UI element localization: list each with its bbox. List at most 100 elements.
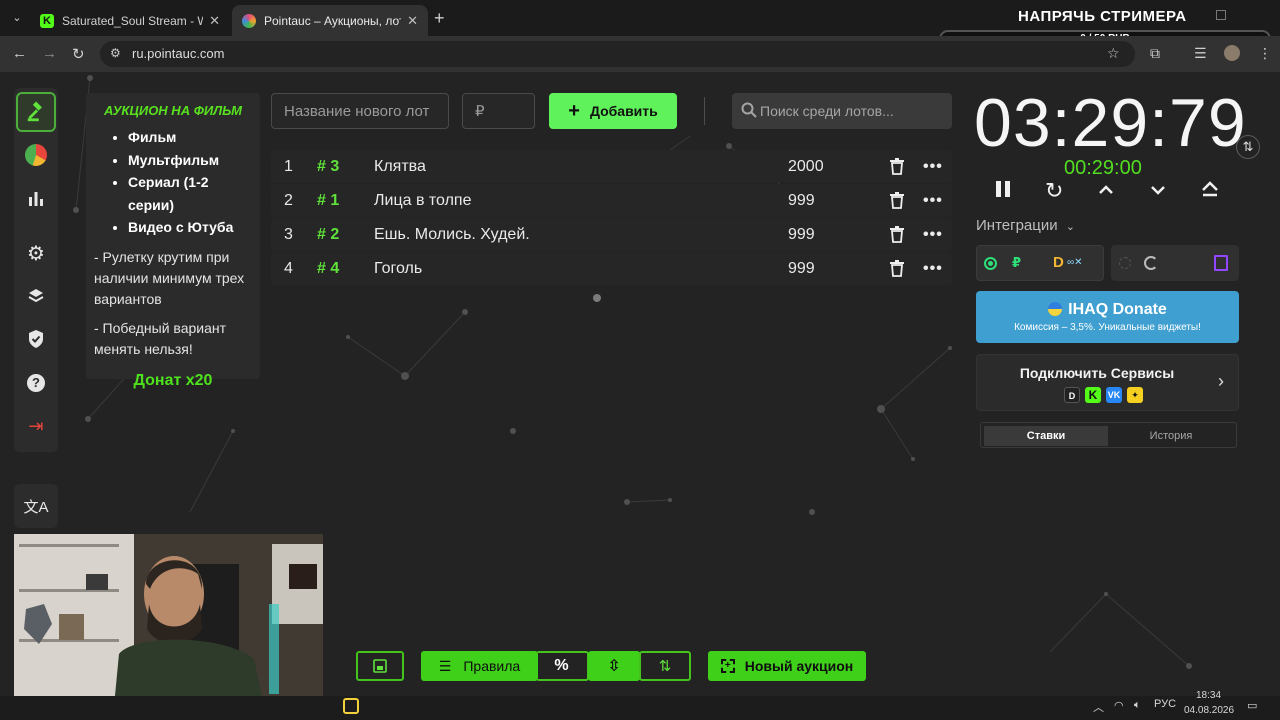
radio-selected-icon[interactable]: [984, 257, 997, 270]
lot-amount[interactable]: 2000: [788, 150, 824, 183]
lot-row[interactable]: 2 # 1 Лица в толпе 999 •••: [271, 184, 952, 217]
donatex-icon[interactable]: D: [1053, 254, 1067, 272]
donatepay-icon: D: [1064, 387, 1080, 403]
restart-icon[interactable]: ↻: [1045, 178, 1063, 204]
browser-tab-kick[interactable]: K Saturated_Soul Stream - Watch ✕: [30, 5, 230, 36]
lot-name[interactable]: Клятва: [374, 150, 426, 183]
wifi-icon[interactable]: ◠: [1114, 699, 1124, 712]
swap-arrows-icon[interactable]: ⇅: [1236, 135, 1260, 159]
lot-amount[interactable]: 999: [788, 184, 815, 217]
sidebar-item-wheel[interactable]: [16, 135, 56, 175]
new-lot-amount-input[interactable]: [462, 93, 535, 129]
tab-history[interactable]: История: [1109, 426, 1233, 446]
extensions-icon[interactable]: ⧉: [1150, 45, 1160, 62]
lot-amount[interactable]: 999: [788, 252, 815, 285]
more-options-icon[interactable]: •••: [923, 218, 943, 251]
webcam-overlay: [14, 534, 323, 706]
browser-menu-icon[interactable]: ⋮: [1258, 45, 1272, 62]
save-button[interactable]: [356, 651, 404, 681]
rules-button[interactable]: ☰ Правила: [421, 651, 538, 681]
chevron-up-icon[interactable]: [1098, 178, 1114, 204]
site-settings-icon[interactable]: ⚙: [110, 46, 121, 60]
close-tab-icon[interactable]: ✕: [209, 13, 220, 29]
taskbar-app-icon[interactable]: [343, 698, 359, 714]
reload-icon[interactable]: ↻: [72, 45, 85, 63]
sidebar-item-settings[interactable]: ⚙: [16, 233, 56, 273]
dex-icon[interactable]: ∞✕: [1067, 257, 1083, 268]
trash-icon[interactable]: [889, 157, 905, 175]
reading-list-icon[interactable]: ☰: [1194, 45, 1207, 62]
search-icon: [741, 102, 757, 118]
double-chevron-up-icon[interactable]: [1201, 178, 1219, 204]
lot-row[interactable]: 3 # 2 Ешь. Молись. Худей. 999 •••: [271, 218, 952, 251]
rules-list-item: Мультфильм: [128, 149, 252, 172]
lot-row[interactable]: 1 # 3 Клятва 2000 •••: [271, 150, 952, 183]
donationalerts-icon[interactable]: ₽: [1012, 255, 1021, 271]
close-tab-icon[interactable]: ✕: [407, 13, 418, 29]
trash-icon[interactable]: [889, 191, 905, 209]
bar-chart-icon: [29, 192, 43, 206]
chevron-down-icon[interactable]: [1150, 178, 1166, 204]
trash-icon[interactable]: [889, 259, 905, 277]
sort-button[interactable]: ⇅: [639, 651, 691, 681]
tab-bids[interactable]: Ставки: [984, 426, 1108, 446]
profile-avatar[interactable]: [1224, 45, 1240, 61]
logout-icon: ⇥: [28, 415, 44, 436]
sidebar-item-auction[interactable]: [16, 92, 56, 132]
browser-tab-pointauc[interactable]: Pointauc – Аукционы, лотереи ✕: [232, 5, 428, 36]
sidebar-item-help[interactable]: ?: [16, 363, 56, 403]
lot-name[interactable]: Лица в толпе: [374, 184, 471, 217]
input-language[interactable]: РУС: [1154, 698, 1176, 710]
volume-icon[interactable]: 🔈︎: [1134, 699, 1141, 712]
taskbar-date[interactable]: 04.08.2026: [1184, 705, 1234, 716]
lot-search-input[interactable]: [760, 93, 948, 129]
address-bar[interactable]: [100, 41, 1135, 67]
language-button[interactable]: 文A: [14, 484, 58, 528]
connect-services-card[interactable]: Подключить Сервисы D K VK ✦ ›: [976, 354, 1239, 411]
tab-search-chevron-icon[interactable]: ⌄: [8, 9, 26, 27]
sidebar-item-layers[interactable]: [16, 276, 56, 316]
lot-position: 2: [284, 192, 293, 209]
timer-increment: 00:29:00: [1064, 157, 1142, 179]
ihaq-donate-banner[interactable]: IHAQ Donate Комиссия – 3,5%. Уникальные …: [976, 291, 1239, 343]
split-button[interactable]: ⇳: [588, 651, 640, 681]
radio-empty-icon[interactable]: [1119, 257, 1131, 269]
loading-icon[interactable]: [1144, 256, 1158, 270]
twitch-icon[interactable]: [1214, 255, 1228, 271]
url-text: ru.pointauc.com: [132, 46, 225, 61]
pause-icon[interactable]: [994, 178, 1012, 204]
new-auction-button[interactable]: + Новый аукцион: [708, 651, 866, 681]
shield-icon: [29, 330, 43, 348]
new-tab-icon[interactable]: +: [434, 8, 445, 29]
add-lot-button[interactable]: + Добавить: [549, 93, 677, 129]
new-lot-name-input[interactable]: [271, 93, 449, 129]
lot-amount[interactable]: 999: [788, 218, 815, 251]
rules-button-label: Правила: [463, 658, 521, 674]
taskbar-clock[interactable]: 18:34: [1196, 690, 1221, 701]
lot-name[interactable]: Гоголь: [374, 252, 422, 285]
integrations-toggle[interactable]: Интеграции ⌄: [976, 217, 1075, 234]
forward-arrow-icon[interactable]: →: [42, 45, 57, 62]
sidebar-item-security[interactable]: [16, 319, 56, 359]
tab-title: Pointauc – Аукционы, лотереи: [264, 13, 401, 28]
streaming-integrations-group: [1111, 245, 1239, 281]
percent-button[interactable]: %: [536, 651, 589, 681]
lot-position: 1: [284, 158, 293, 175]
notifications-icon[interactable]: ▭: [1247, 699, 1257, 712]
kick-icon: K: [1085, 387, 1101, 403]
chevron-down-icon: ⌄: [1065, 221, 1076, 233]
back-arrow-icon[interactable]: ←: [12, 45, 27, 62]
more-options-icon[interactable]: •••: [923, 252, 943, 285]
lot-row[interactable]: 4 # 4 Гоголь 999 •••: [271, 252, 952, 285]
tray-chevron-up-icon[interactable]: ︿: [1093, 699, 1104, 715]
more-options-icon[interactable]: •••: [923, 150, 943, 183]
bookmark-star-icon[interactable]: ☆: [1107, 45, 1120, 62]
trash-icon[interactable]: [889, 225, 905, 243]
sidebar-item-stats[interactable]: [16, 178, 56, 218]
lot-name[interactable]: Ешь. Молись. Худей.: [374, 218, 530, 251]
rules-list-item: Сериал (1-2 серии): [128, 171, 252, 216]
more-options-icon[interactable]: •••: [923, 184, 943, 217]
sidebar-item-logout[interactable]: ⇥: [16, 406, 56, 446]
window-restore-icon[interactable]: [1216, 10, 1226, 20]
gear-icon: ⚙: [27, 242, 45, 265]
